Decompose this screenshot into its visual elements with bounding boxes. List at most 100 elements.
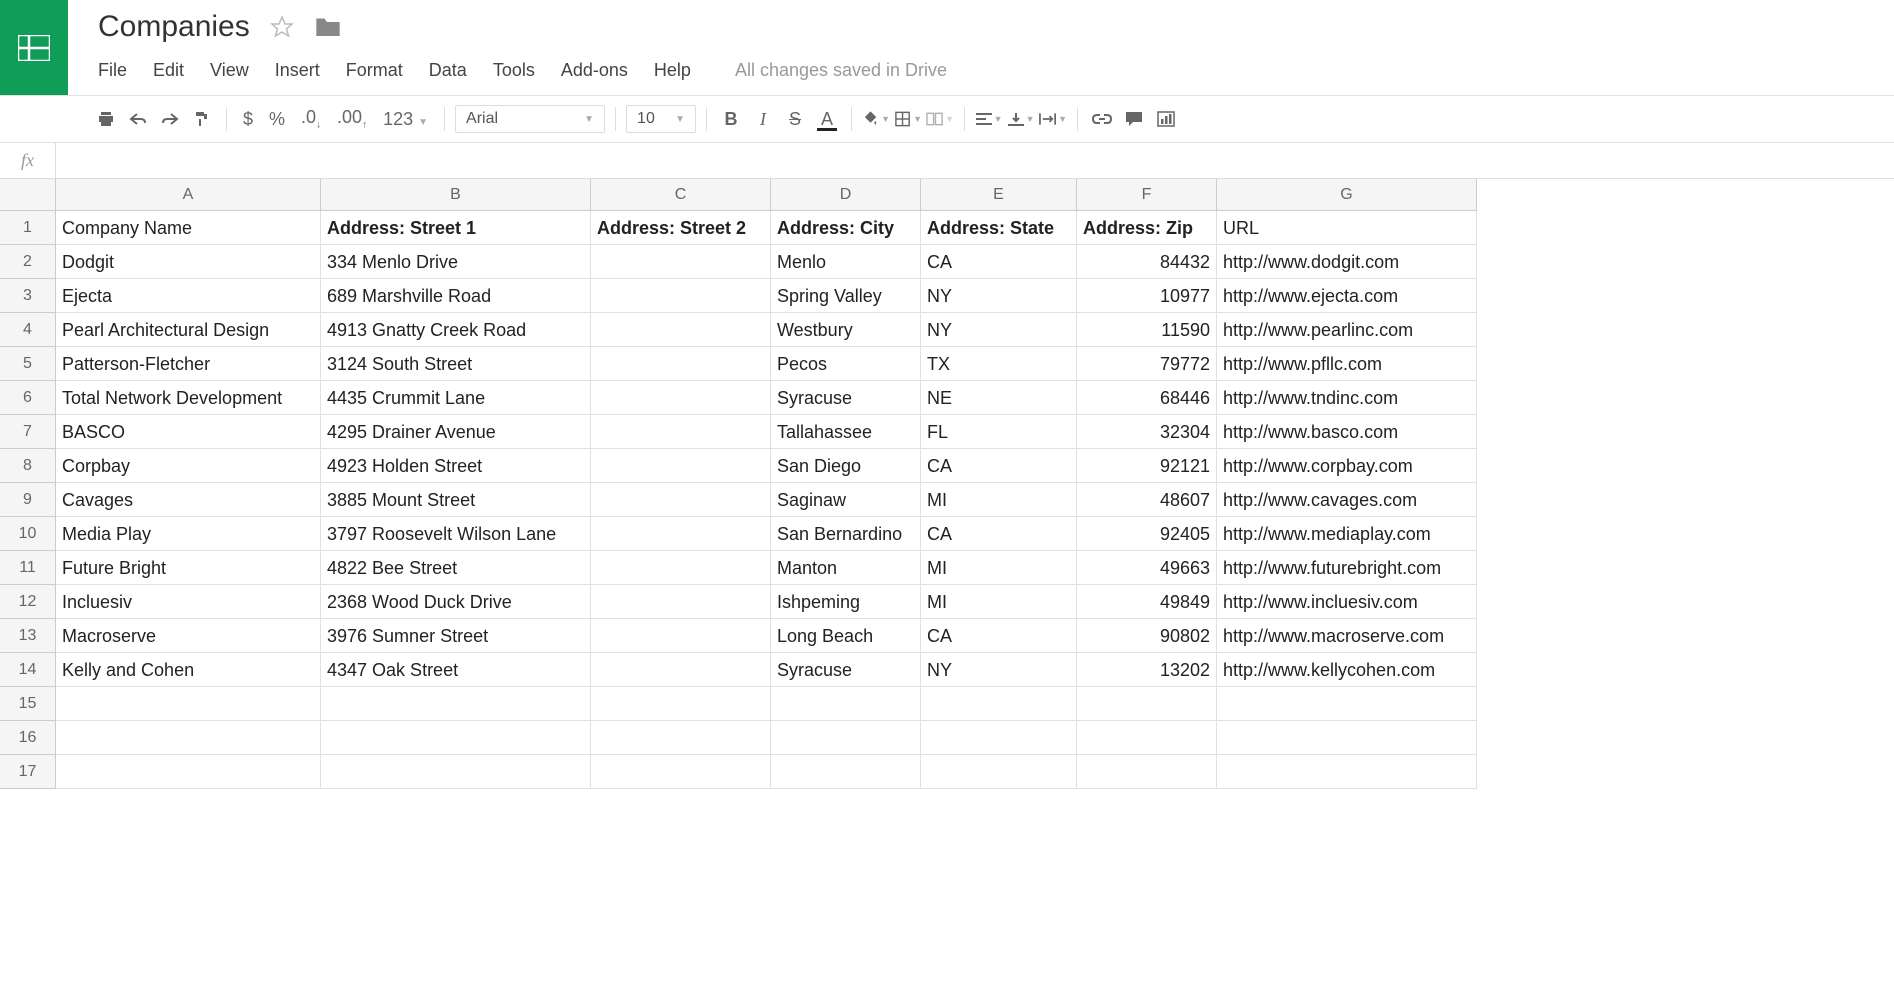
cell-E6[interactable]: NE <box>921 381 1077 415</box>
row-header-17[interactable]: 17 <box>0 755 56 789</box>
menu-help[interactable]: Help <box>654 60 691 81</box>
row-header-12[interactable]: 12 <box>0 585 56 619</box>
cell-G9[interactable]: http://www.cavages.com <box>1217 483 1477 517</box>
cell-A11[interactable]: Future Bright <box>56 551 321 585</box>
cell-G13[interactable]: http://www.macroserve.com <box>1217 619 1477 653</box>
cell-C17[interactable] <box>591 755 771 789</box>
cell-A2[interactable]: Dodgit <box>56 245 321 279</box>
menu-tools[interactable]: Tools <box>493 60 535 81</box>
menu-data[interactable]: Data <box>429 60 467 81</box>
row-header-14[interactable]: 14 <box>0 653 56 687</box>
cell-D11[interactable]: Manton <box>771 551 921 585</box>
row-header-2[interactable]: 2 <box>0 245 56 279</box>
column-header-D[interactable]: D <box>771 179 921 211</box>
vertical-align-button[interactable]: ▼ <box>1007 105 1035 133</box>
borders-button[interactable]: ▼ <box>894 105 922 133</box>
cell-A7[interactable]: BASCO <box>56 415 321 449</box>
bold-button[interactable]: B <box>717 105 745 133</box>
cell-F5[interactable]: 79772 <box>1077 347 1217 381</box>
row-header-4[interactable]: 4 <box>0 313 56 347</box>
insert-chart-button[interactable] <box>1152 105 1180 133</box>
cell-G15[interactable] <box>1217 687 1477 721</box>
cell-E7[interactable]: FL <box>921 415 1077 449</box>
cell-A1[interactable]: Company Name <box>56 211 321 245</box>
cell-A13[interactable]: Macroserve <box>56 619 321 653</box>
increase-decimal[interactable]: .00↑ <box>331 107 373 131</box>
cell-A15[interactable] <box>56 687 321 721</box>
menu-insert[interactable]: Insert <box>275 60 320 81</box>
cell-B15[interactable] <box>321 687 591 721</box>
cell-F8[interactable]: 92121 <box>1077 449 1217 483</box>
cell-B16[interactable] <box>321 721 591 755</box>
cell-E4[interactable]: NY <box>921 313 1077 347</box>
cell-B13[interactable]: 3976 Sumner Street <box>321 619 591 653</box>
cell-E16[interactable] <box>921 721 1077 755</box>
more-formats[interactable]: 123 ▼ <box>377 109 434 130</box>
cell-E8[interactable]: CA <box>921 449 1077 483</box>
fill-color-button[interactable]: ▼ <box>862 105 890 133</box>
cell-D12[interactable]: Ishpeming <box>771 585 921 619</box>
cell-C11[interactable] <box>591 551 771 585</box>
cell-E15[interactable] <box>921 687 1077 721</box>
cell-G17[interactable] <box>1217 755 1477 789</box>
cell-D9[interactable]: Saginaw <box>771 483 921 517</box>
cell-B10[interactable]: 3797 Roosevelt Wilson Lane <box>321 517 591 551</box>
cell-E9[interactable]: MI <box>921 483 1077 517</box>
row-header-8[interactable]: 8 <box>0 449 56 483</box>
paint-format-icon[interactable] <box>188 105 216 133</box>
horizontal-align-button[interactable]: ▼ <box>975 105 1003 133</box>
row-header-13[interactable]: 13 <box>0 619 56 653</box>
cell-A10[interactable]: Media Play <box>56 517 321 551</box>
cell-C5[interactable] <box>591 347 771 381</box>
strikethrough-button[interactable]: S <box>781 105 809 133</box>
cell-B4[interactable]: 4913 Gnatty Creek Road <box>321 313 591 347</box>
cell-D1[interactable]: Address: City <box>771 211 921 245</box>
cell-F3[interactable]: 10977 <box>1077 279 1217 313</box>
cell-C14[interactable] <box>591 653 771 687</box>
column-header-A[interactable]: A <box>56 179 321 211</box>
cell-F15[interactable] <box>1077 687 1217 721</box>
decrease-decimal[interactable]: .0↓ <box>295 107 327 131</box>
cell-B17[interactable] <box>321 755 591 789</box>
cell-B5[interactable]: 3124 South Street <box>321 347 591 381</box>
cell-F7[interactable]: 32304 <box>1077 415 1217 449</box>
select-all-corner[interactable] <box>0 179 56 211</box>
cell-B7[interactable]: 4295 Drainer Avenue <box>321 415 591 449</box>
cell-D14[interactable]: Syracuse <box>771 653 921 687</box>
cell-D3[interactable]: Spring Valley <box>771 279 921 313</box>
cell-A14[interactable]: Kelly and Cohen <box>56 653 321 687</box>
insert-comment-button[interactable] <box>1120 105 1148 133</box>
cell-F13[interactable]: 90802 <box>1077 619 1217 653</box>
menu-view[interactable]: View <box>210 60 249 81</box>
font-size-selector[interactable]: 10▼ <box>626 105 696 133</box>
column-header-C[interactable]: C <box>591 179 771 211</box>
cell-A9[interactable]: Cavages <box>56 483 321 517</box>
merge-cells-button[interactable]: ▼ <box>926 105 954 133</box>
formula-input[interactable] <box>56 143 1894 178</box>
cell-G12[interactable]: http://www.incluesiv.com <box>1217 585 1477 619</box>
cell-D5[interactable]: Pecos <box>771 347 921 381</box>
cell-C8[interactable] <box>591 449 771 483</box>
cell-C2[interactable] <box>591 245 771 279</box>
cell-A8[interactable]: Corpbay <box>56 449 321 483</box>
cell-F1[interactable]: Address: Zip <box>1077 211 1217 245</box>
cell-C12[interactable] <box>591 585 771 619</box>
row-header-6[interactable]: 6 <box>0 381 56 415</box>
row-header-15[interactable]: 15 <box>0 687 56 721</box>
cell-C6[interactable] <box>591 381 771 415</box>
cell-G3[interactable]: http://www.ejecta.com <box>1217 279 1477 313</box>
cell-C16[interactable] <box>591 721 771 755</box>
insert-link-button[interactable] <box>1088 105 1116 133</box>
cell-A12[interactable]: Incluesiv <box>56 585 321 619</box>
row-header-16[interactable]: 16 <box>0 721 56 755</box>
cell-E14[interactable]: NY <box>921 653 1077 687</box>
cell-D6[interactable]: Syracuse <box>771 381 921 415</box>
cell-D17[interactable] <box>771 755 921 789</box>
cell-F4[interactable]: 11590 <box>1077 313 1217 347</box>
cell-F14[interactable]: 13202 <box>1077 653 1217 687</box>
menu-addons[interactable]: Add-ons <box>561 60 628 81</box>
cell-D10[interactable]: San Bernardino <box>771 517 921 551</box>
cell-D16[interactable] <box>771 721 921 755</box>
cell-D2[interactable]: Menlo <box>771 245 921 279</box>
cell-D13[interactable]: Long Beach <box>771 619 921 653</box>
